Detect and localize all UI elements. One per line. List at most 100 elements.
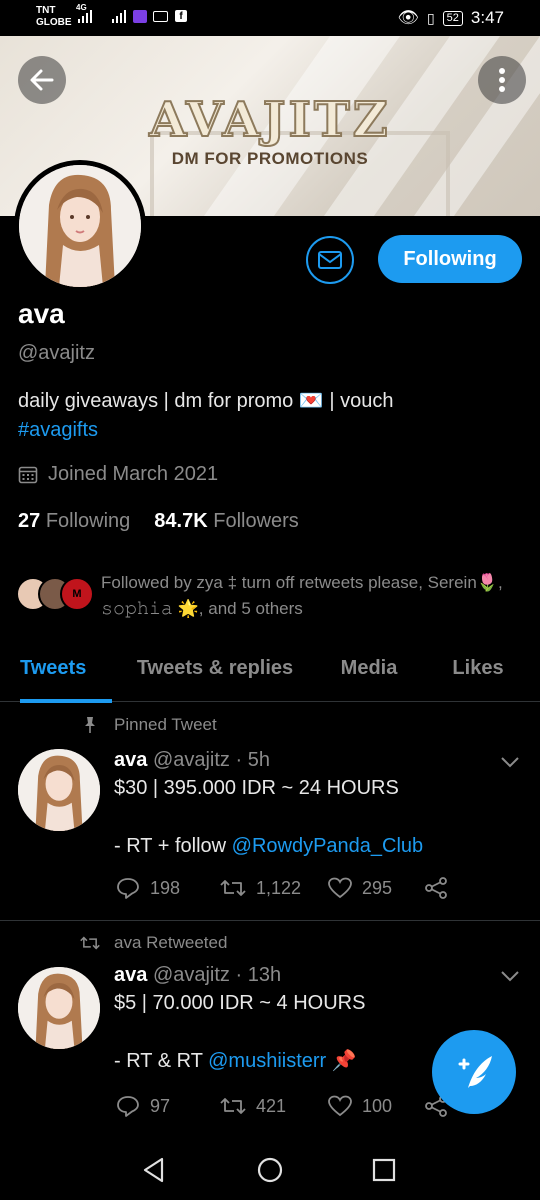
tweet-author-handle: @avajitz [152,749,230,771]
signal-icon [78,9,92,23]
share-icon [425,877,447,899]
tweet-avatar[interactable] [18,967,100,1049]
joined-text: Joined March 2021 [48,463,219,485]
more-vertical-icon [499,68,505,92]
tweet-header: ava @avajitz · 5h [114,749,270,772]
context-label: ava Retweeted [114,933,228,952]
tweet-author-name: ava [114,964,148,986]
clock: 3:47 [470,8,504,27]
chevron-down-icon[interactable] [500,969,520,983]
mail-notification-icon [153,11,168,22]
reply-icon [117,1096,139,1117]
status-right: 👁 ▯ 52 3:47 [397,8,504,28]
compose-tweet-button[interactable] [432,1030,516,1114]
tweet-header: ava @avajitz · 13h [114,964,281,987]
vibrate-icon: ▯ [426,9,435,26]
reply-count: 198 [150,877,181,898]
tweet-avatar[interactable] [18,749,100,831]
followers-count: 84.7K [154,510,208,532]
retweet-icon [220,880,246,896]
avatar-illustration [18,967,100,1049]
pin-icon [85,717,95,733]
banner-subtitle: DM FOR PROMOTIONS [171,149,369,168]
nav-back-icon[interactable] [140,1156,168,1184]
retweet-button[interactable]: 1,122 [220,877,328,899]
like-button[interactable]: 100 [328,1095,424,1117]
tab-tweets-replies[interactable]: Tweets & replies [132,640,298,702]
message-button[interactable] [306,236,354,284]
followers-count-link[interactable]: 84.7K Followers [154,510,299,533]
reply-count: 97 [150,1095,171,1116]
tweet-line: $5 | 70.000 IDR ~ 4 HOURS [114,992,366,1014]
profile-tabs: Tweets Tweets & replies Media Likes [0,640,540,703]
back-button[interactable] [18,56,66,104]
carrier-tnt: TNT [36,5,56,16]
retweet-count: 1,122 [256,877,302,898]
avatar-illustration [18,749,100,831]
tweet-context: Pinned Tweet [80,715,217,735]
tweet-text: - RT & RT [114,1050,209,1072]
share-button[interactable] [424,876,448,900]
tweet-body: $30 | 395.000 IDR ~ 24 HOURS - RT + foll… [114,774,514,861]
like-count: 100 [362,1095,393,1116]
following-count-link[interactable]: 27 Following [18,510,130,533]
carrier-globe: GLOBE [36,17,72,28]
calendar-icon [18,466,38,483]
app-notification-icon [133,10,147,23]
banner-title: AVAJITZ [148,91,391,149]
following-label: Following [45,510,131,532]
tab-media[interactable]: Media [334,640,404,702]
retweet-button[interactable]: 421 [220,1095,328,1117]
tweet[interactable]: Pinned Tweet ava @avajitz · 5h $30 | 395… [0,703,540,920]
bio-text: daily giveaways | dm for promo 💌 | vouch [18,390,394,412]
followers-label: Followers [213,510,299,532]
tweet-context: ava Retweeted [80,933,227,953]
compose-feather-icon [458,1056,492,1088]
nav-home-icon[interactable] [256,1156,284,1184]
profile-handle: @avajitz [18,342,95,364]
mention-link[interactable]: @RowdyPanda_Club [232,835,424,857]
heart-icon [328,1095,352,1117]
tweet-line: $30 | 395.000 IDR ~ 24 HOURS [114,777,399,799]
more-options-button[interactable] [478,56,526,104]
tweet-actions: 97 421 100 [116,1094,448,1118]
following-count: 27 [18,510,41,532]
tweet-author-handle: @avajitz [152,964,230,986]
like-button[interactable]: 295 [328,877,424,899]
retweet-icon [220,1098,246,1114]
follower-avatar: M [60,577,94,611]
reply-button[interactable]: 198 [116,876,220,900]
context-label: Pinned Tweet [114,715,217,734]
mention-link[interactable]: @mushiisterr [208,1050,326,1072]
profile-bio: daily giveaways | dm for promo 💌 | vouch… [18,387,528,445]
reply-icon [117,878,139,899]
tweet-line: - RT + follow @RowdyPanda_Club [114,832,514,861]
reply-button[interactable]: 97 [116,1094,220,1118]
facebook-notification-icon: f [175,10,187,22]
heart-icon [328,877,352,899]
profile-name: ava [18,298,65,329]
followed-by-section[interactable]: M Followed by zya ‡ turn off retweets pl… [16,570,526,622]
follow-counts: 27 Following 84.7K Followers [18,510,299,533]
avatar-illustration [19,165,141,287]
tab-likes[interactable]: Likes [448,640,508,702]
tweet-time: · 13h [235,964,282,986]
chevron-down-icon[interactable] [500,755,520,769]
retweet-count: 421 [256,1095,287,1116]
joined-date: Joined March 2021 [18,463,218,486]
retweet-icon [80,936,100,950]
profile-avatar[interactable] [14,160,146,292]
envelope-icon [318,251,342,269]
tweet-author-name: ava [114,749,148,771]
tab-tweets[interactable]: Tweets [20,640,112,703]
tweet-time: · 5h [235,749,270,771]
battery-icon: 52 [442,10,463,26]
following-button[interactable]: Following [378,235,522,283]
eye-icon: 👁 [397,8,419,27]
bio-hashtag-link[interactable]: #avagifts [18,416,528,445]
tweet-text: 📌 [326,1050,357,1072]
back-arrow-icon [30,69,54,91]
system-nav-bar [0,1138,540,1200]
nav-recents-icon[interactable] [371,1157,397,1183]
followed-by-text: Followed by zya ‡ turn off retweets plea… [101,573,503,618]
